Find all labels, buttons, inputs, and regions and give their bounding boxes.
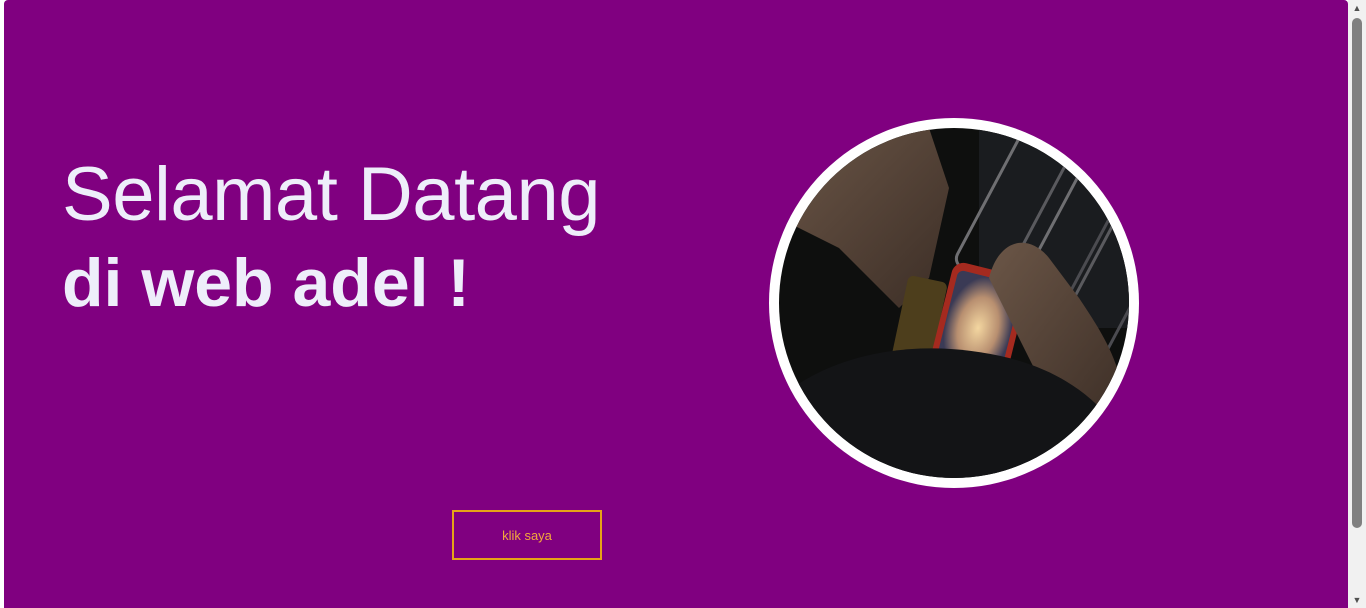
hero-title: Selamat Datang di web adel ! bbox=[62, 150, 601, 326]
scroll-up-icon[interactable]: ▲ bbox=[1348, 0, 1366, 16]
hero-section: Selamat Datang di web adel ! klik saya bbox=[4, 0, 1348, 608]
scroll-down-icon[interactable]: ▼ bbox=[1348, 592, 1366, 608]
scroll-thumb[interactable] bbox=[1352, 18, 1362, 528]
vertical-scrollbar[interactable]: ▲ ▼ bbox=[1348, 0, 1366, 608]
hero-title-line2: di web adel ! bbox=[62, 245, 471, 321]
profile-photo-frame bbox=[769, 118, 1139, 488]
hero-title-line1: Selamat Datang bbox=[62, 152, 601, 237]
klik-saya-button[interactable]: klik saya bbox=[452, 510, 602, 560]
profile-photo bbox=[779, 128, 1129, 478]
